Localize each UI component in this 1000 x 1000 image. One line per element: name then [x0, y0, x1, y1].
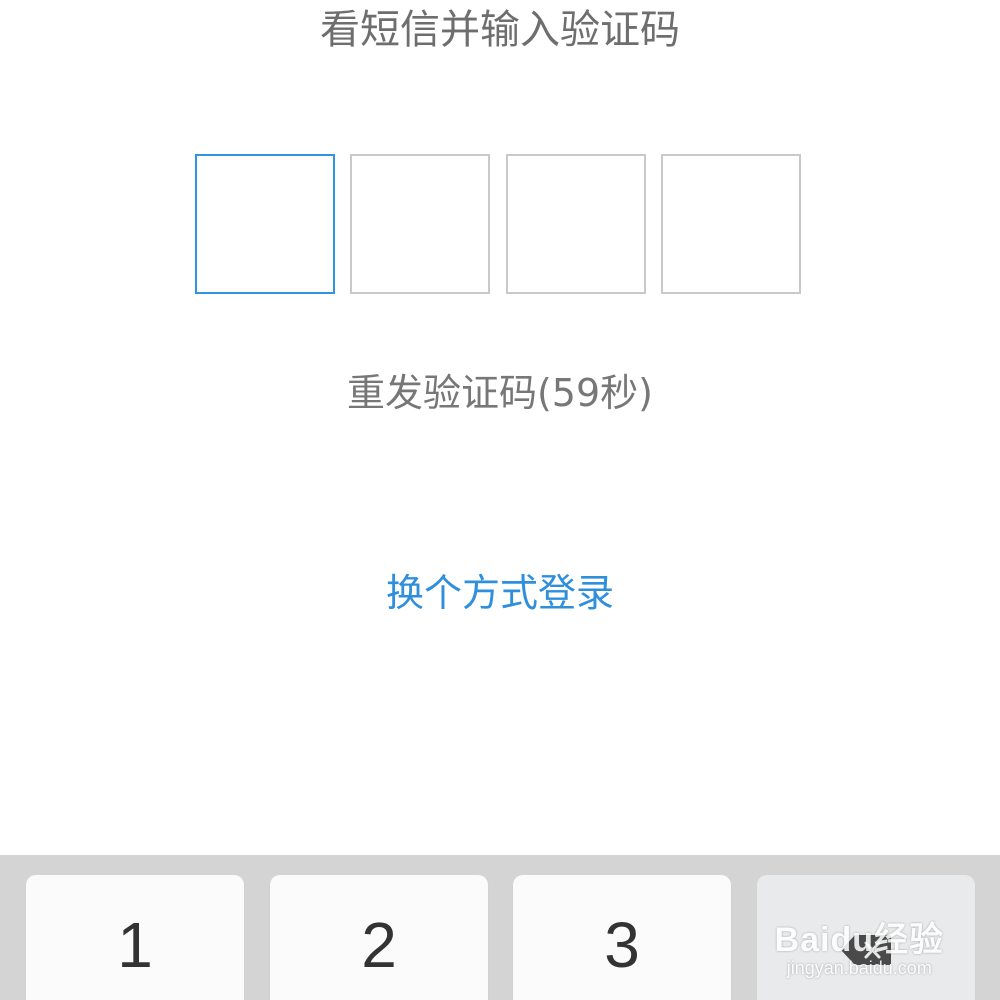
switch-login-method-link[interactable]: 换个方式登录 — [0, 566, 1000, 620]
delete-key[interactable] — [757, 875, 975, 1000]
backspace-icon — [841, 935, 891, 965]
key-1[interactable]: 1 — [26, 875, 244, 1000]
key-3[interactable]: 3 — [513, 875, 731, 1000]
code-digit-box-4[interactable] — [661, 154, 801, 294]
numeric-keyboard: 1 2 3 — [0, 855, 1000, 1000]
code-digit-box-3[interactable] — [506, 154, 646, 294]
code-digit-box-1[interactable] — [195, 154, 335, 294]
page-title: 看短信并输入验证码 — [320, 7, 680, 53]
code-digit-box-2[interactable] — [350, 154, 490, 294]
verification-screen: 看短信并输入验证码 重发验证码(59秒) 换个方式登录 1 2 3 Baidu经… — [0, 0, 1000, 1000]
resend-code-countdown: 重发验证码(59秒) — [346, 371, 653, 415]
verification-code-input — [195, 154, 802, 294]
key-2[interactable]: 2 — [270, 875, 488, 1000]
